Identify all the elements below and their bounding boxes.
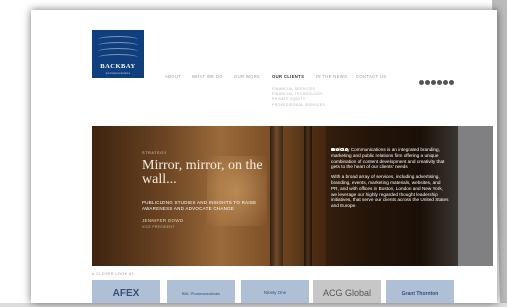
nav-our-work[interactable]: OUR WORK xyxy=(234,74,260,79)
company-description: BackBay Communications is an integrated … xyxy=(331,147,449,213)
hero-category: STRATEGY xyxy=(142,151,167,155)
hero-headline[interactable]: Mirror, mirror, on the wall... xyxy=(142,159,282,187)
client-name: BNL Pharmaceuticals xyxy=(181,291,221,296)
hero-post xyxy=(304,126,312,266)
social-icon-3[interactable] xyxy=(431,80,436,85)
submenu-professional-services[interactable]: PROFESSIONAL SERVICES xyxy=(272,103,325,108)
description-paragraph-1: BackBay Communications is an integrated … xyxy=(331,147,445,170)
client-logo-bnl[interactable]: BNL Pharmaceuticals xyxy=(167,280,235,303)
hero-banner: STRATEGY Mirror, mirror, on the wall... … xyxy=(92,126,493,266)
client-name: ACG Global xyxy=(322,288,372,298)
hero-side-strip xyxy=(458,126,493,266)
closer-look-label: A CLOSER LOOK AT: xyxy=(92,272,136,276)
social-icon-5[interactable] xyxy=(443,80,448,85)
social-icon-6[interactable] xyxy=(449,80,454,85)
client-name: Grant Thornton xyxy=(401,291,439,297)
social-icon-1[interactable] xyxy=(419,80,424,85)
social-links xyxy=(419,72,455,85)
logo-name: BACKBAY xyxy=(100,63,136,70)
hero-author: JENNIFER DOWD xyxy=(142,218,184,223)
nav-about[interactable]: ABOUT xyxy=(165,74,181,79)
description-paragraph-2: With a broad array of services, includin… xyxy=(331,174,449,209)
clients-submenu: FINANCIAL SERVICES FINANCIAL TECHNOLOGY … xyxy=(272,87,325,108)
nav-in-the-news[interactable]: IN THE NEWS xyxy=(316,74,347,79)
client-name: AFEX xyxy=(112,288,140,299)
hero-author-role: VICE PRESIDENT xyxy=(142,225,175,229)
nav-what-we-do[interactable]: WHAT WE DO xyxy=(192,74,223,79)
client-logo-afex[interactable]: AFEX xyxy=(92,280,160,303)
hero-tagline: PUBLICIZING STUDIES AND INSIGHTS TO RAIS… xyxy=(142,200,257,211)
client-name: Ninety One xyxy=(263,290,287,295)
client-logo-acg[interactable]: ACG Global xyxy=(313,280,381,303)
backbay-logo[interactable]: BACKBAY communications xyxy=(92,30,144,78)
logo-subtitle: communications xyxy=(105,71,131,75)
hero-post xyxy=(270,126,283,266)
logo-wave xyxy=(98,54,138,61)
client-logos: AFEX BNL Pharmaceuticals Ninety One ACG … xyxy=(92,280,492,303)
social-icon-4[interactable] xyxy=(437,80,442,85)
web-page: BACKBAY communications ABOUT WHAT WE DO … xyxy=(31,10,497,303)
social-icon-2[interactable] xyxy=(425,80,430,85)
nav-our-clients[interactable]: OUR CLIENTS xyxy=(272,74,304,79)
nav-contact-us[interactable]: CONTACT US xyxy=(356,74,386,79)
client-logo-grant-thornton[interactable]: Grant Thornton xyxy=(386,280,454,303)
client-logo-ninety-one[interactable]: Ninety One xyxy=(241,280,309,303)
